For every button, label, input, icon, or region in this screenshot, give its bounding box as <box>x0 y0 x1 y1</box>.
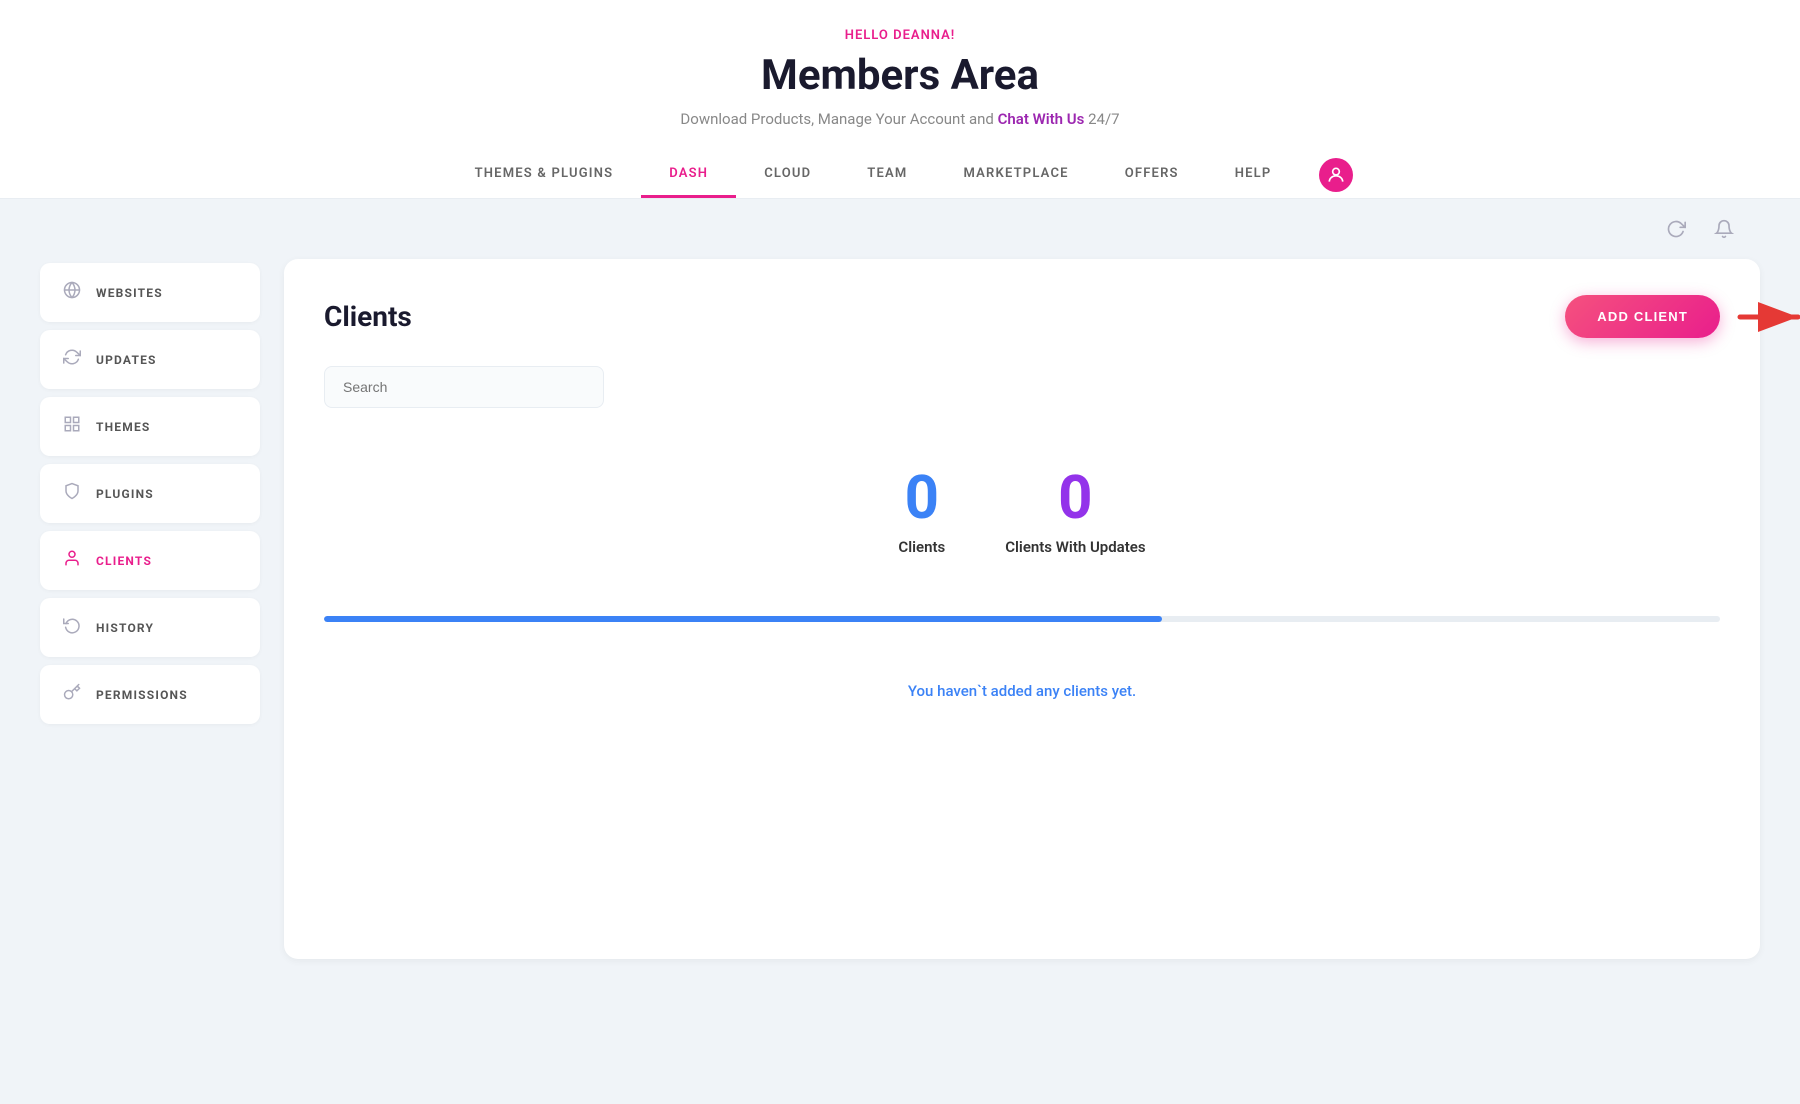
subtitle-text-after: 24/7 <box>1084 110 1119 128</box>
nav-help[interactable]: HELP <box>1207 152 1300 198</box>
clients-count: 0 <box>898 468 945 528</box>
empty-message: You haven`t added any clients yet. <box>324 662 1720 720</box>
stats-row: 0 Clients 0 Clients With Updates <box>324 448 1720 576</box>
sidebar-label-websites: WEBSITES <box>96 286 163 300</box>
sidebar-label-plugins: PLUGINS <box>96 487 154 501</box>
header-title: Members Area <box>0 51 1800 100</box>
add-client-button[interactable]: ADD CLIENT <box>1565 295 1720 338</box>
sidebar-label-themes: THEMES <box>96 420 151 434</box>
nav-offers[interactable]: OFFERS <box>1097 152 1207 198</box>
toolbar-row <box>0 199 1800 259</box>
progress-bar-fill <box>324 616 1162 622</box>
content-header: Clients ADD CLIENT <box>324 295 1720 338</box>
history-icon <box>62 616 82 639</box>
chat-link[interactable]: Chat With Us <box>998 110 1085 128</box>
clients-updates-count: 0 <box>1005 468 1145 528</box>
subtitle-text-before: Download Products, Manage Your Account a… <box>680 110 997 128</box>
sidebar-item-history[interactable]: HISTORY <box>40 598 260 657</box>
sidebar-label-history: HISTORY <box>96 621 154 635</box>
sidebar: WEBSITES UPDATES THEMES <box>40 259 260 959</box>
sidebar-item-updates[interactable]: UPDATES <box>40 330 260 389</box>
main-nav: THEMES & PLUGINS DASH CLOUD TEAM MARKETP… <box>0 152 1800 198</box>
nav-dash[interactable]: DASH <box>641 152 736 198</box>
shield-icon <box>62 482 82 505</box>
nav-themes-plugins[interactable]: THEMES & PLUGINS <box>447 152 642 198</box>
header-greeting: HELLO DEANNA! <box>0 28 1800 43</box>
bell-icon[interactable] <box>1708 213 1740 245</box>
sidebar-item-websites[interactable]: WEBSITES <box>40 263 260 322</box>
search-input[interactable] <box>324 366 604 408</box>
main-layout: WEBSITES UPDATES THEMES <box>0 259 1800 959</box>
stat-clients: 0 Clients <box>898 468 945 556</box>
sidebar-label-updates: UPDATES <box>96 353 157 367</box>
sidebar-item-themes[interactable]: THEMES <box>40 397 260 456</box>
stat-clients-updates: 0 Clients With Updates <box>1005 468 1145 556</box>
progress-bar-container <box>324 616 1720 622</box>
key-icon <box>62 683 82 706</box>
sidebar-item-clients[interactable]: CLIENTS <box>40 531 260 590</box>
refresh-icon[interactable] <box>1660 213 1692 245</box>
clients-updates-label: Clients With Updates <box>1005 538 1145 556</box>
nav-team[interactable]: TEAM <box>839 152 935 198</box>
grid-icon <box>62 415 82 438</box>
refresh-sidebar-icon <box>62 348 82 371</box>
sidebar-item-plugins[interactable]: PLUGINS <box>40 464 260 523</box>
nav-cloud[interactable]: CLOUD <box>736 152 839 198</box>
page-title: Clients <box>324 300 412 333</box>
sidebar-item-permissions[interactable]: PERMISSIONS <box>40 665 260 724</box>
sidebar-label-clients: CLIENTS <box>96 554 152 568</box>
user-avatar[interactable] <box>1319 158 1353 192</box>
content-area: Clients ADD CLIENT <box>284 259 1760 959</box>
header-subtitle: Download Products, Manage Your Account a… <box>0 110 1800 128</box>
nav-marketplace[interactable]: MARKETPLACE <box>935 152 1096 198</box>
sidebar-label-permissions: PERMISSIONS <box>96 688 188 702</box>
globe-icon <box>62 281 82 304</box>
arrow-indicator <box>1730 297 1800 337</box>
clients-label: Clients <box>898 538 945 556</box>
user-icon <box>62 549 82 572</box>
page-header: HELLO DEANNA! Members Area Download Prod… <box>0 0 1800 199</box>
